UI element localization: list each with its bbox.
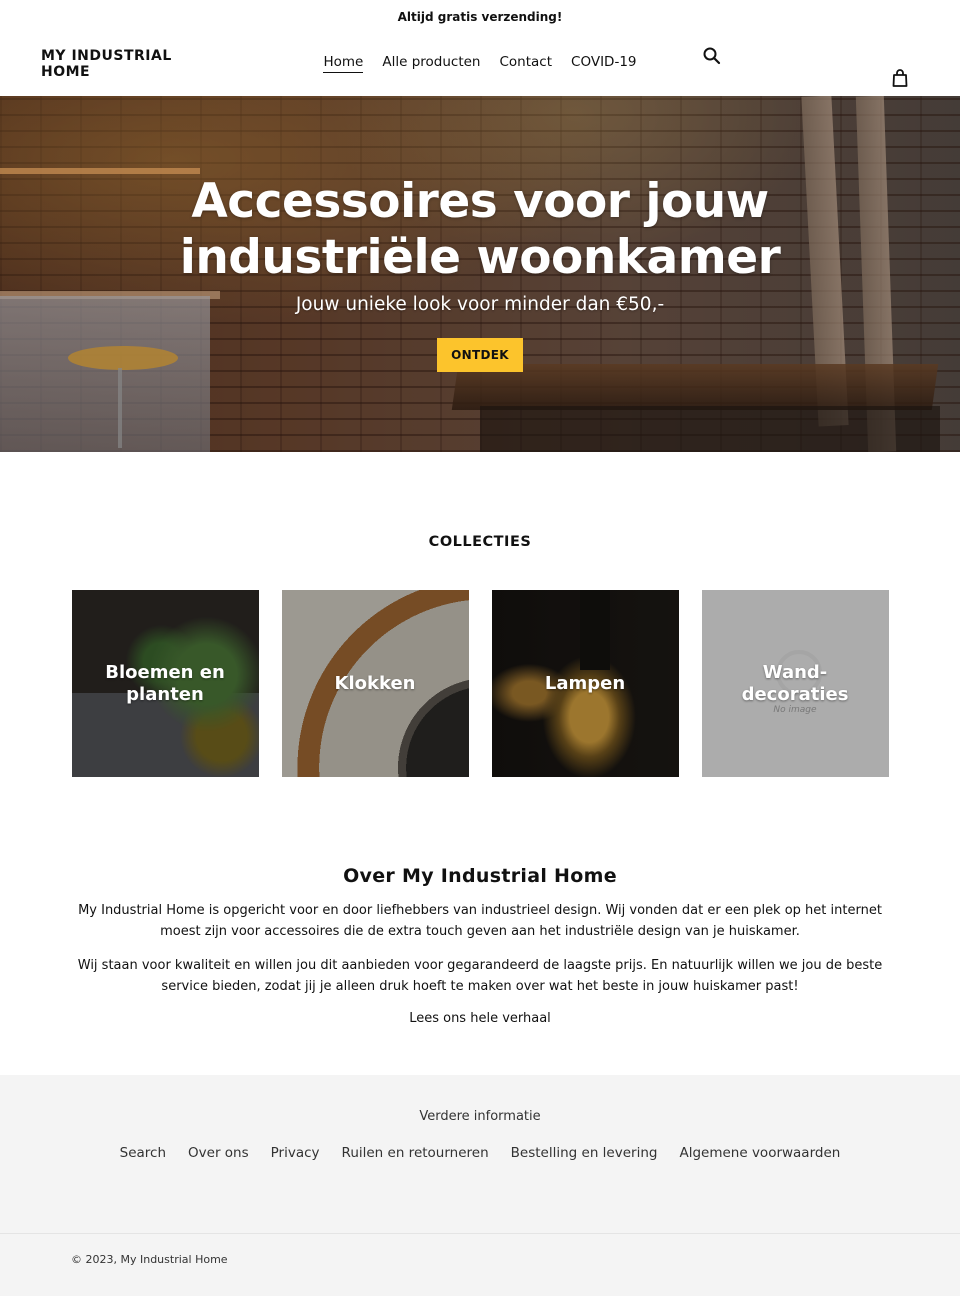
collection-card-klokken[interactable]: Klokken xyxy=(281,590,469,777)
footer-link-algemene-voorwaarden[interactable]: Algemene voorwaarden xyxy=(679,1145,840,1161)
nav-item-covid-19[interactable]: COVID-19 xyxy=(571,54,636,73)
announcement-bar: Altijd gratis verzending! xyxy=(0,0,960,34)
nav-item-alle-producten[interactable]: Alle producten xyxy=(382,54,480,73)
read-more-link[interactable]: Lees ons hele verhaal xyxy=(0,1011,960,1026)
hero-banner: Accessoires voor jouw industriële woonka… xyxy=(0,96,960,452)
about-paragraph: My Industrial Home is opgericht voor en … xyxy=(78,903,882,939)
footer-title: Verdere informatie xyxy=(419,1109,541,1124)
footer-link-search[interactable]: Search xyxy=(120,1145,166,1161)
about-paragraph: Wij staan voor kwaliteit en willen jou d… xyxy=(77,958,883,994)
nav-item-home[interactable]: Home xyxy=(323,54,364,73)
about-section: Over My Industrial Home My Industrial Ho… xyxy=(0,777,960,1026)
copyright-text: © 2023, My Industrial Home xyxy=(71,1253,228,1266)
footer-divider xyxy=(0,1233,960,1234)
nav-item-contact[interactable]: Contact xyxy=(499,54,552,73)
collections-section: COLLECTIES Bloemen en planten Klokken La… xyxy=(0,452,960,777)
about-heading: Over My Industrial Home xyxy=(343,865,617,887)
collection-card-wand-decoraties[interactable]: No image Wand-decoraties xyxy=(701,590,889,777)
hero-content: Accessoires voor jouw industriële woonka… xyxy=(0,174,960,372)
collection-label: Klokken xyxy=(334,672,416,694)
collection-label: Lampen xyxy=(544,672,626,694)
shopping-bag-icon[interactable] xyxy=(890,68,910,88)
site-header: MY INDUSTRIAL HOME Home Alle producten C… xyxy=(0,34,960,96)
hero-subtitle: Jouw unieke look voor minder dan €50,- xyxy=(295,294,665,315)
footer-link-ruilen-en-retourneren[interactable]: Ruilen en retourneren xyxy=(342,1145,489,1161)
collection-card-lampen[interactable]: Lampen xyxy=(491,590,679,777)
collections-heading: COLLECTIES xyxy=(428,534,532,550)
collection-card-bloemen-en-planten[interactable]: Bloemen en planten xyxy=(71,590,259,777)
hero-bg-table-base xyxy=(480,406,940,452)
footer-link-bestelling-en-levering[interactable]: Bestelling en levering xyxy=(511,1145,658,1161)
main-nav: Home Alle producten Contact COVID-19 xyxy=(0,54,960,73)
hero-title: Accessoires voor jouw industriële woonka… xyxy=(179,174,781,285)
footer-links: Search Over ons Privacy Ruilen en retour… xyxy=(0,1145,960,1161)
hero-bg-stool-leg xyxy=(118,368,122,448)
site-footer: Verdere informatie Search Over ons Priva… xyxy=(0,1075,960,1296)
announcement-text: Altijd gratis verzending! xyxy=(397,10,563,24)
collection-label: Bloemen en planten xyxy=(105,661,225,705)
footer-link-privacy[interactable]: Privacy xyxy=(271,1145,320,1161)
search-icon[interactable] xyxy=(702,46,722,66)
collection-label: Wand-decoraties xyxy=(741,661,849,705)
discover-button[interactable]: ONTDEK xyxy=(437,338,523,372)
footer-link-over-ons[interactable]: Over ons xyxy=(188,1145,249,1161)
collections-grid: Bloemen en planten Klokken Lampen No ima… xyxy=(0,590,960,777)
